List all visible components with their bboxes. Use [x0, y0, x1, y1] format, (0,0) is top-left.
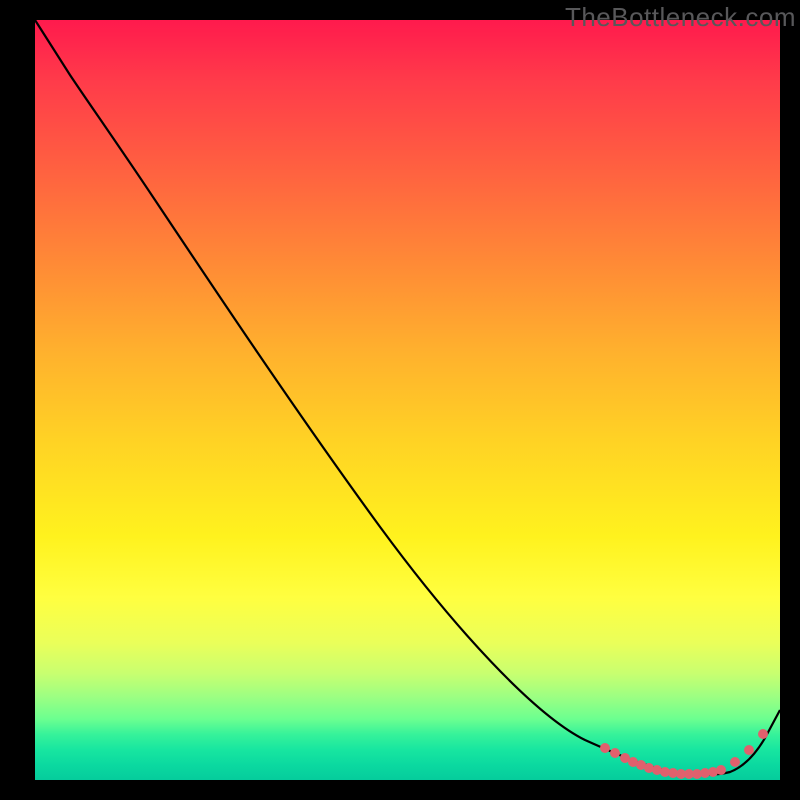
chart-frame: TheBottleneck.com: [0, 0, 800, 800]
chart-svg: [35, 20, 780, 780]
marker-group: [600, 729, 768, 779]
watermark-text: TheBottleneck.com: [565, 2, 796, 33]
bottleneck-curve: [35, 20, 780, 775]
